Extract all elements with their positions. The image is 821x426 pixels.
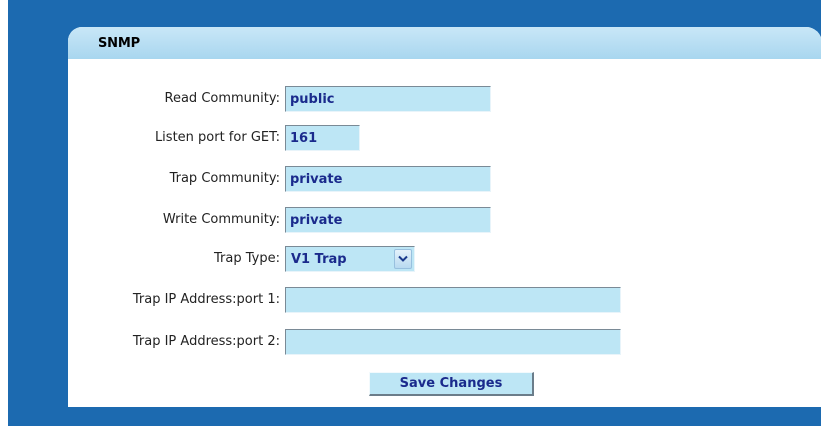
- trap-ip-2-input[interactable]: [285, 329, 621, 355]
- read-community-input[interactable]: public: [285, 86, 491, 112]
- page-frame: SNMP Read Community: public Listen port …: [8, 0, 821, 426]
- trap-ip-1-input[interactable]: [285, 287, 621, 313]
- listen-port-input[interactable]: 161: [285, 125, 360, 151]
- trap-community-input[interactable]: private: [285, 166, 491, 192]
- trap-community-label: Trap Community:: [169, 171, 280, 186]
- save-changes-button[interactable]: Save Changes: [369, 372, 534, 396]
- trap-ip-2-label: Trap IP Address:port 2:: [132, 334, 280, 349]
- write-community-label: Write Community:: [162, 212, 280, 227]
- trap-type-label: Trap Type:: [214, 251, 280, 266]
- trap-ip-1-label: Trap IP Address:port 1:: [132, 292, 280, 307]
- snmp-panel: SNMP Read Community: public Listen port …: [68, 27, 821, 407]
- chevron-down-icon[interactable]: [394, 249, 412, 269]
- panel-header: SNMP: [68, 27, 821, 59]
- read-community-label: Read Community:: [164, 91, 280, 106]
- listen-port-label: Listen port for GET:: [154, 130, 280, 145]
- write-community-input[interactable]: private: [285, 207, 491, 233]
- trap-type-select[interactable]: V1 Trap: [285, 246, 415, 272]
- panel-title: SNMP: [98, 36, 140, 51]
- trap-type-value: V1 Trap: [291, 252, 347, 267]
